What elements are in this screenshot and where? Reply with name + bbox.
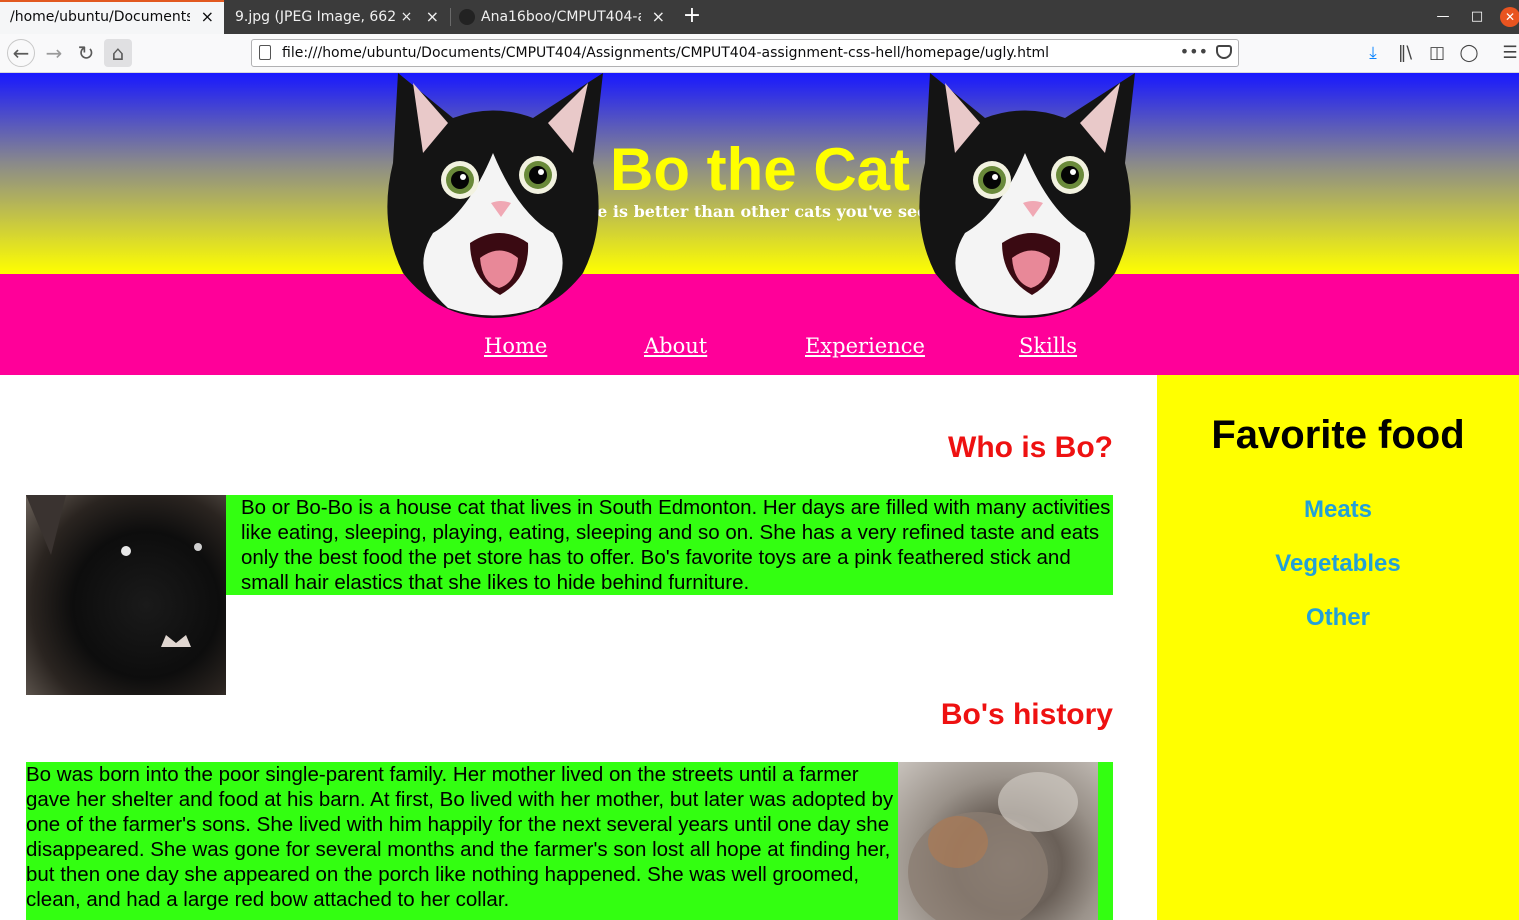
page-actions-icon[interactable]: ••• bbox=[1180, 40, 1208, 64]
tab-image[interactable]: 9.jpg (JPEG Image, 662 × 74 × bbox=[225, 0, 449, 34]
tab-title: Ana16boo/CMPUT404-a bbox=[481, 9, 641, 25]
home-icon[interactable]: ⌂ bbox=[104, 39, 132, 67]
meats-link[interactable]: Meats bbox=[1157, 496, 1519, 524]
nav-about-link[interactable]: About bbox=[644, 334, 707, 358]
tab-active[interactable]: /home/ubuntu/Documents/ × bbox=[0, 0, 224, 34]
main-content: Who is Bo? Bo or Bo-Bo is a house cat th… bbox=[0, 375, 1157, 920]
account-icon[interactable]: ◯ bbox=[1455, 39, 1483, 67]
menu-icon[interactable]: ☰ bbox=[1496, 39, 1519, 67]
tab-title: 9.jpg (JPEG Image, 662 × 74 bbox=[235, 9, 415, 25]
nav-experience-link[interactable]: Experience bbox=[805, 334, 925, 358]
tab-strip: /home/ubuntu/Documents/ × 9.jpg (JPEG Im… bbox=[0, 0, 1519, 34]
address-bar[interactable]: file:///home/ubuntu/Documents/CMPUT404/A… bbox=[251, 39, 1239, 67]
blurry-kitten-photo bbox=[898, 762, 1098, 920]
bo-description: Bo or Bo-Bo is a house cat that lives in… bbox=[241, 496, 1111, 594]
bos-history-heading: Bo's history bbox=[940, 698, 1113, 731]
site-title: Bo the Cat bbox=[610, 136, 910, 203]
maximize-icon[interactable]: □ bbox=[1465, 0, 1489, 34]
reload-icon[interactable]: ↻ bbox=[72, 39, 100, 67]
tab-title: /home/ubuntu/Documents/ bbox=[10, 9, 190, 25]
nav-skills-link[interactable]: Skills bbox=[1019, 334, 1077, 358]
url-text[interactable]: file:///home/ubuntu/Documents/CMPUT404/A… bbox=[282, 40, 1049, 66]
nav-home-link[interactable]: Home bbox=[484, 334, 547, 358]
minimize-icon[interactable]: — bbox=[1431, 0, 1455, 34]
page-icon bbox=[259, 45, 271, 60]
site-header: Bo the Cat She is better than other cats… bbox=[0, 73, 1519, 274]
favorite-food-sidebar: Favorite food Meats Vegetables Other bbox=[1157, 375, 1519, 920]
cat-head-image-right bbox=[919, 73, 1135, 318]
vegetables-link[interactable]: Vegetables bbox=[1157, 550, 1519, 578]
navigation-toolbar: ← → ↻ ⌂ file:///home/ubuntu/Documents/CM… bbox=[0, 34, 1519, 73]
bo-history-text: Bo was born into the poor single-parent … bbox=[26, 763, 894, 911]
library-icon[interactable]: ‖\ bbox=[1391, 39, 1419, 67]
tab-github[interactable]: Ana16boo/CMPUT404-a × bbox=[451, 0, 675, 34]
close-icon[interactable]: × bbox=[426, 0, 439, 34]
window-close-icon[interactable]: ✕ bbox=[1500, 7, 1519, 27]
close-icon[interactable]: × bbox=[652, 0, 665, 34]
close-icon[interactable]: × bbox=[201, 2, 214, 32]
cat-head-image-left bbox=[387, 73, 603, 318]
pocket-icon[interactable] bbox=[1216, 45, 1232, 59]
back-icon[interactable]: ← bbox=[7, 39, 35, 67]
github-icon bbox=[459, 9, 475, 25]
other-link[interactable]: Other bbox=[1157, 604, 1519, 632]
new-tab-button[interactable]: + bbox=[681, 0, 703, 34]
favorite-food-title: Favorite food bbox=[1211, 413, 1465, 457]
who-is-bo-heading: Who is Bo? bbox=[948, 431, 1113, 464]
main-nav: Home About Experience Skills bbox=[0, 274, 1519, 375]
sidebar-icon[interactable]: ◫ bbox=[1423, 39, 1451, 67]
black-cat-photo bbox=[26, 495, 226, 695]
download-icon[interactable]: ⤓ bbox=[1359, 39, 1387, 67]
forward-icon[interactable]: → bbox=[40, 39, 68, 67]
page-viewport: Bo the Cat She is better than other cats… bbox=[0, 73, 1519, 920]
